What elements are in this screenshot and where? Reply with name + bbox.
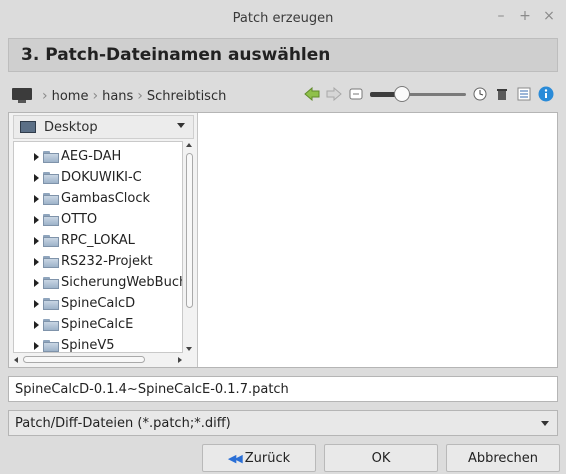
expand-arrow-icon[interactable] — [34, 320, 39, 329]
back-button[interactable]: ◀◀ Zurück — [202, 444, 316, 472]
info-icon[interactable] — [538, 86, 554, 102]
file-browser: Desktop AEG-DAH DOKUWIKI-C GambasClock OTTO… — [8, 112, 558, 368]
folder-icon — [43, 255, 59, 268]
cancel-button[interactable]: Abbrechen — [446, 444, 560, 472]
breadcrumb-separator-icon: › — [137, 88, 143, 104]
tree-item-label: SpineCalcD — [61, 296, 136, 311]
breadcrumb-separator-icon: › — [42, 88, 48, 104]
expand-arrow-icon[interactable] — [34, 173, 39, 182]
expand-arrow-icon[interactable] — [34, 236, 39, 245]
path-bar: › home › hans › Schreibtisch — [8, 82, 558, 110]
tree-item-label: OTTO — [61, 212, 98, 227]
places-selected: Desktop — [44, 119, 98, 135]
horizontal-scrollbar[interactable] — [13, 354, 183, 365]
maximize-icon[interactable]: + — [518, 8, 532, 24]
window-title: Patch erzeugen — [232, 10, 334, 26]
tree-item-label: SpineCalcE — [61, 317, 134, 332]
tree-item-label: DOKUWIKI-C — [61, 170, 142, 185]
expand-arrow-icon[interactable] — [34, 299, 39, 308]
breadcrumb: › home › hans › Schreibtisch — [38, 88, 226, 104]
tree-item[interactable]: SicherungWebBuch — [14, 272, 183, 293]
folder-icon — [43, 297, 59, 310]
zoom-slider-knob[interactable] — [394, 86, 410, 102]
tree-item[interactable]: RPC_LOKAL — [14, 230, 182, 251]
recent-icon[interactable] — [472, 86, 488, 102]
desktop-icon — [20, 121, 36, 133]
breadcrumb-hans[interactable]: hans — [102, 89, 133, 104]
expand-arrow-icon[interactable] — [34, 194, 39, 203]
tree-item[interactable]: OTTO — [14, 209, 182, 230]
scroll-left-icon[interactable] — [14, 357, 18, 363]
expand-arrow-icon[interactable] — [34, 278, 39, 287]
window-controls: – + × — [494, 8, 556, 24]
tree-item-label: GambasClock — [61, 191, 151, 206]
scrollbar-thumb[interactable] — [23, 356, 145, 363]
trash-icon[interactable] — [494, 86, 510, 102]
computer-icon[interactable] — [12, 88, 32, 104]
places-combo[interactable]: Desktop — [13, 115, 194, 139]
scroll-up-icon[interactable] — [186, 143, 192, 147]
folder-icon — [43, 171, 59, 184]
scroll-down-icon[interactable] — [186, 347, 192, 351]
folder-icon — [43, 318, 59, 331]
folder-icon — [43, 192, 59, 205]
tree-item-label: SicherungWebBuch — [61, 275, 183, 290]
back-icon[interactable] — [304, 86, 320, 102]
forward-icon[interactable] — [326, 86, 342, 102]
file-type-filter[interactable]: Patch/Diff-Dateien (*.patch;*.diff) — [8, 410, 558, 436]
title-bar: Patch erzeugen – + × — [0, 0, 566, 36]
tree-item-label: AEG-DAH — [61, 149, 122, 164]
toolbar — [304, 86, 554, 102]
scrollbar-thumb[interactable] — [186, 153, 193, 308]
view-icon[interactable] — [348, 86, 364, 102]
file-list[interactable] — [199, 113, 557, 367]
tree-item[interactable]: SpineV5 — [14, 335, 182, 353]
close-icon[interactable]: × — [542, 8, 556, 24]
tree-item-label: RPC_LOKAL — [61, 233, 135, 248]
tree-item[interactable]: GambasClock — [14, 188, 182, 209]
tree-item[interactable]: DOKUWIKI-C — [14, 167, 182, 188]
breadcrumb-separator-icon: › — [92, 88, 99, 104]
tree-item[interactable]: SpineCalcD — [14, 293, 182, 314]
vertical-scrollbar[interactable] — [184, 141, 195, 353]
chevron-down-icon — [541, 421, 549, 426]
back-button-label: Zurück — [244, 450, 291, 466]
ok-button[interactable]: OK — [324, 444, 438, 472]
folder-icon — [43, 276, 59, 289]
expand-arrow-icon[interactable] — [34, 341, 39, 350]
folder-icon — [43, 213, 59, 226]
step-header: 3. Patch-Dateinamen auswählen — [8, 38, 558, 72]
expand-arrow-icon[interactable] — [34, 152, 39, 161]
folder-icon — [43, 150, 59, 163]
filter-label: Patch/Diff-Dateien (*.patch;*.diff) — [15, 415, 231, 431]
breadcrumb-schreibtisch[interactable]: Schreibtisch — [147, 89, 226, 104]
details-icon[interactable] — [516, 86, 532, 102]
scroll-right-icon[interactable] — [178, 357, 182, 363]
expand-arrow-icon[interactable] — [34, 215, 39, 224]
tree-item[interactable]: AEG-DAH — [14, 146, 182, 167]
chevron-down-icon — [177, 123, 185, 128]
tree-item-label: RS232-Projekt — [61, 254, 153, 269]
filename-input[interactable]: SpineCalcD-0.1.4~SpineCalcE-0.1.7.patch — [8, 376, 558, 402]
folder-icon — [43, 234, 59, 247]
tree-item[interactable]: SpineCalcE — [14, 314, 182, 335]
folder-pane: Desktop AEG-DAH DOKUWIKI-C GambasClock OTTO… — [9, 113, 198, 367]
breadcrumb-home[interactable]: home — [52, 89, 89, 104]
folder-icon — [43, 339, 59, 352]
folder-tree[interactable]: AEG-DAH DOKUWIKI-C GambasClock OTTO RPC_LOKA… — [13, 141, 183, 353]
tree-item[interactable]: RS232-Projekt — [14, 251, 182, 272]
zoom-slider[interactable] — [370, 86, 466, 102]
tree-item-label: SpineV5 — [61, 338, 115, 353]
minimize-icon[interactable]: – — [494, 8, 508, 24]
rewind-icon: ◀◀ — [227, 451, 243, 465]
expand-arrow-icon[interactable] — [34, 257, 39, 266]
